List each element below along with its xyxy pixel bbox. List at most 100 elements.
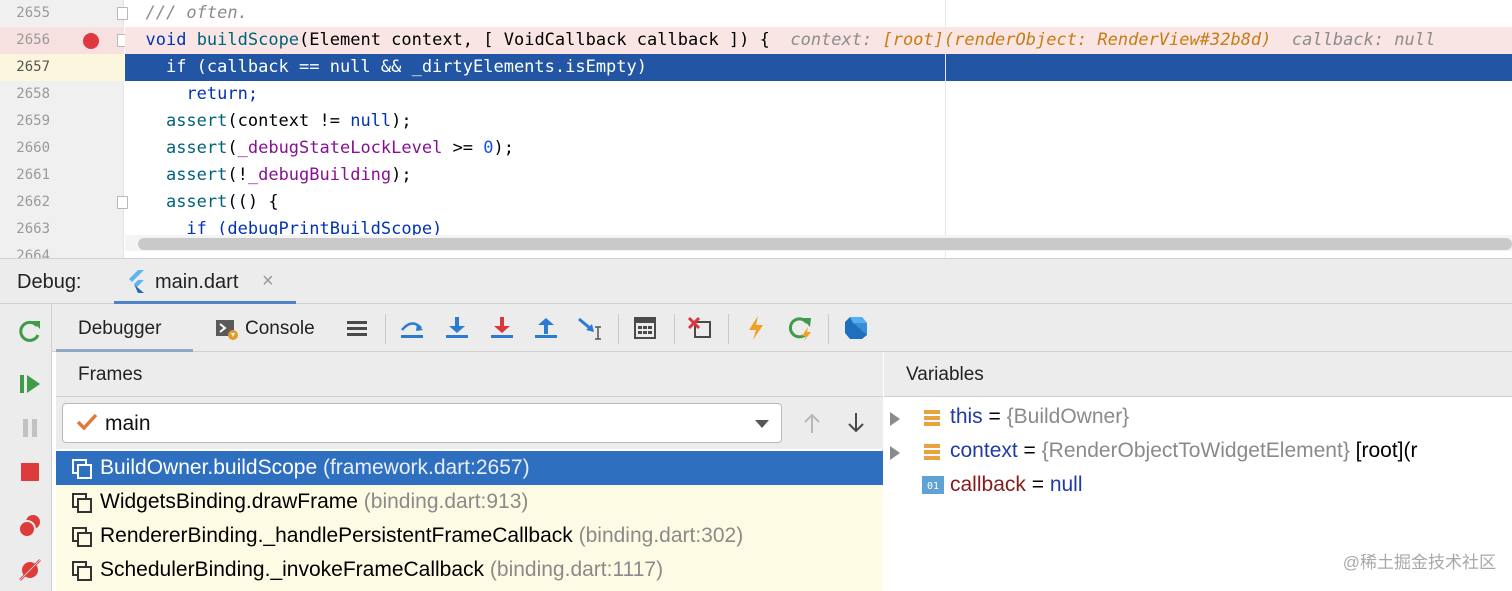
- variables-header: Variables: [884, 352, 1512, 397]
- watermark: @稀土掘金技术社区: [1342, 553, 1496, 572]
- hot-reload-icon[interactable]: [742, 314, 770, 342]
- toolbar-separator: [828, 314, 829, 344]
- mute-breakpoints-icon[interactable]: [16, 556, 44, 584]
- debugger-toolbar: Debugger Console: [52, 304, 1512, 352]
- toolbar-separator: [728, 314, 729, 344]
- frame-row-selected[interactable]: BuildOwner.buildScope (framework.dart:26…: [56, 451, 883, 485]
- code-line: return;: [186, 84, 259, 104]
- pause-program-icon[interactable]: [16, 414, 44, 442]
- variable-value: null: [1049, 473, 1083, 496]
- run-config-tab-label: main.dart: [155, 271, 239, 293]
- code-line: assert(_debugStateLockLevel >= 0);: [165, 138, 515, 158]
- code-line: /// often.: [145, 3, 248, 23]
- field-icon: [924, 444, 940, 460]
- frames-list: BuildOwner.buildScope (framework.dart:26…: [56, 451, 883, 591]
- frames-panel: Frames main BuildOwner.buildScope (frame…: [56, 352, 883, 591]
- hot-restart-icon[interactable]: [786, 314, 814, 342]
- frames-header: Frames: [56, 352, 883, 397]
- code-line-breakpoint: void buildScope(Element context, [ VoidC…: [125, 27, 1512, 54]
- evaluate-expression-icon[interactable]: [631, 314, 659, 342]
- primitive-value-icon: 01: [922, 476, 944, 494]
- variable-row[interactable]: this = {BuildOwner}: [884, 400, 1512, 434]
- field-icon: [924, 410, 940, 426]
- thread-selector[interactable]: main: [62, 403, 782, 443]
- variables-panel: Variables this = {BuildOwner} context = …: [884, 352, 1512, 591]
- line-number: 2662: [16, 194, 50, 210]
- frame-row[interactable]: SchedulerBinding._invokeFrameCallback (b…: [56, 553, 883, 587]
- line-number: 2661: [16, 167, 50, 183]
- right-margin-guide: [945, 0, 946, 258]
- frame-name: BuildOwner.buildScope: [100, 456, 318, 479]
- step-into-icon[interactable]: [443, 314, 471, 342]
- variable-type: {BuildOwner}: [1006, 405, 1130, 428]
- toolbar-separator: [618, 314, 619, 344]
- tab-console[interactable]: Console: [212, 304, 332, 352]
- frame-row[interactable]: WidgetsBinding.drawFrame (binding.dart:9…: [56, 485, 883, 519]
- variable-equals: =: [982, 405, 1007, 428]
- close-tab-icon[interactable]: ×: [262, 270, 274, 293]
- variable-equals: =: [1025, 473, 1050, 496]
- line-number: 2660: [16, 140, 50, 156]
- show-execution-point-icon[interactable]: [343, 314, 371, 342]
- variable-row[interactable]: 01 callback = null: [884, 468, 1512, 502]
- toolbar-separator: [674, 314, 675, 344]
- frame-location: (binding.dart:1117): [489, 558, 664, 581]
- stack-frame-icon: [72, 459, 92, 479]
- tab-debugger-label: Debugger: [78, 318, 162, 339]
- flutter-icon: [129, 270, 144, 293]
- thread-selector-value: main: [105, 412, 151, 435]
- force-step-into-icon[interactable]: [488, 314, 516, 342]
- resume-program-icon[interactable]: [16, 370, 44, 398]
- tab-debugger[interactable]: Debugger: [56, 304, 193, 352]
- frame-name: WidgetsBinding.drawFrame: [100, 490, 358, 513]
- line-number: 2655: [16, 5, 50, 21]
- frame-location: (framework.dart:2657): [322, 456, 530, 479]
- toolbar-separator: [385, 314, 386, 344]
- previous-frame-icon[interactable]: [799, 409, 825, 437]
- frame-name: SchedulerBinding._invokeFrameCallback: [100, 558, 485, 581]
- variable-row[interactable]: context = {RenderObjectToWidgetElement} …: [884, 434, 1512, 468]
- drop-frame-icon[interactable]: [686, 314, 714, 342]
- stack-frame-icon: [72, 527, 92, 547]
- code-editor[interactable]: 2655 2656 2657 2658 2659 2660 2661 2662 …: [0, 0, 1512, 258]
- tab-console-label: Console: [245, 318, 315, 339]
- chevron-down-icon: [755, 420, 769, 428]
- variable-name: callback: [950, 473, 1026, 496]
- line-number: 2663: [16, 221, 50, 237]
- dart-devtools-icon[interactable]: [842, 314, 870, 342]
- line-number: 2659: [16, 113, 50, 129]
- frame-row[interactable]: RendererBinding._handlePersistentFrameCa…: [56, 519, 883, 553]
- view-breakpoints-icon[interactable]: [16, 512, 44, 540]
- checkmark-icon: [76, 413, 98, 431]
- stack-frame-icon: [72, 561, 92, 581]
- rerun-icon[interactable]: [16, 317, 44, 345]
- horizontal-scrollbar-thumb[interactable]: [138, 238, 1512, 250]
- debug-label: Debug:: [17, 271, 82, 293]
- line-number: 2664: [16, 248, 50, 258]
- variable-type: {RenderObjectToWidgetElement}: [1041, 439, 1350, 462]
- run-config-tab[interactable]: main.dart ×: [114, 259, 296, 304]
- code-line-execution-point: if (callback == null && _dirtyElements.i…: [125, 54, 1512, 81]
- breakpoint-icon[interactable]: [83, 33, 99, 49]
- expand-arrow-icon[interactable]: [890, 446, 900, 460]
- next-frame-icon[interactable]: [843, 409, 869, 437]
- stop-icon[interactable]: [16, 458, 44, 486]
- frames-thread-bar: main: [56, 397, 883, 449]
- expand-arrow-icon[interactable]: [890, 412, 900, 426]
- variable-name: context: [950, 439, 1018, 462]
- step-out-icon[interactable]: [532, 314, 560, 342]
- svg-text:01: 01: [927, 481, 939, 492]
- frames-title: Frames: [78, 364, 143, 385]
- code-line: assert(context != null);: [165, 111, 412, 131]
- console-icon: [216, 320, 238, 340]
- variable-value: [root](r: [1349, 439, 1418, 462]
- variable-equals: =: [1017, 439, 1042, 462]
- step-over-icon[interactable]: [398, 314, 426, 342]
- code-line: assert(!_debugBuilding);: [165, 165, 412, 185]
- run-to-cursor-icon[interactable]: [576, 314, 604, 342]
- frame-location: (binding.dart:913): [363, 490, 529, 513]
- stack-frame-icon: [72, 493, 92, 513]
- frame-name: RendererBinding._handlePersistentFrameCa…: [100, 524, 573, 547]
- variables-title: Variables: [906, 364, 984, 385]
- frame-location: (binding.dart:302): [578, 524, 744, 547]
